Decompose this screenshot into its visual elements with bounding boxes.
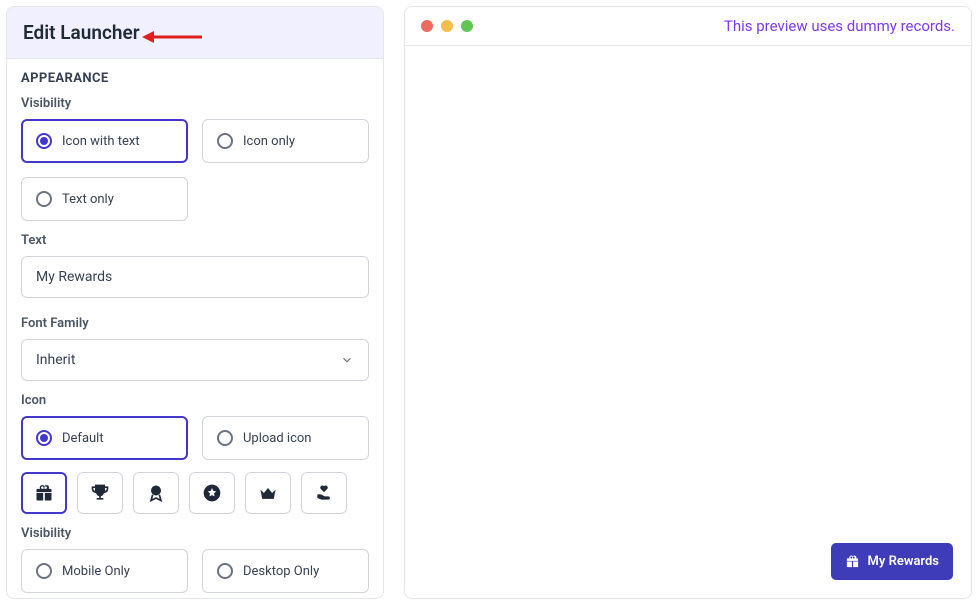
chevron-down-icon	[340, 353, 354, 367]
panel-title: Edit Launcher	[23, 21, 367, 44]
radio-label: Upload icon	[243, 431, 312, 446]
radio-circle-icon	[36, 430, 52, 446]
font-family-select[interactable]: Inherit	[21, 339, 369, 381]
traffic-light-red-icon	[421, 20, 433, 32]
icon-option-trophy[interactable]	[77, 472, 123, 514]
field-label-font: Font Family	[21, 316, 369, 331]
visibility-option-icon-only[interactable]: Icon only	[202, 119, 369, 163]
visibility-option-icon-with-text[interactable]: Icon with text	[21, 119, 188, 163]
select-value: Inherit	[36, 352, 75, 368]
icon-option-medal[interactable]	[133, 472, 179, 514]
settings-scroll-area[interactable]: APPEARANCE Visibility Icon with text Ico…	[7, 59, 383, 598]
icon-source-upload[interactable]: Upload icon	[202, 416, 369, 460]
preview-panel: This preview uses dummy records. My Rewa…	[404, 6, 972, 599]
trophy-icon	[90, 483, 110, 503]
settings-panel: Edit Launcher APPEARANCE Visibility Icon…	[6, 6, 384, 599]
section-heading-appearance: APPEARANCE	[21, 71, 369, 86]
hand-heart-icon	[314, 483, 334, 503]
radio-label: Icon only	[243, 134, 295, 149]
icon-option-crown[interactable]	[245, 472, 291, 514]
icon-option-hand-heart[interactable]	[301, 472, 347, 514]
radio-circle-icon	[36, 191, 52, 207]
launcher-preview-button[interactable]: My Rewards	[831, 543, 953, 580]
launcher-text-input[interactable]	[21, 256, 369, 298]
preview-header: This preview uses dummy records.	[405, 7, 971, 46]
medal-icon	[146, 483, 166, 503]
radio-label: Icon with text	[62, 134, 140, 149]
icon-source-radio-group: Default Upload icon	[21, 416, 369, 460]
radio-label: Text only	[62, 192, 114, 207]
radio-circle-icon	[217, 133, 233, 149]
device-option-mobile-only[interactable]: Mobile Only	[21, 549, 188, 593]
star-circle-icon	[202, 483, 222, 503]
icon-option-gift[interactable]	[21, 472, 67, 514]
field-label-device-visibility: Visibility	[21, 526, 369, 541]
radio-circle-icon	[217, 563, 233, 579]
launcher-button-label: My Rewards	[868, 554, 939, 569]
window-traffic-lights	[421, 20, 473, 32]
visibility-radio-group: Icon with text Icon only Text only	[21, 119, 369, 221]
traffic-light-yellow-icon	[441, 20, 453, 32]
radio-label: Default	[62, 431, 104, 446]
gift-icon	[845, 554, 860, 569]
visibility-option-text-only[interactable]: Text only	[21, 177, 188, 221]
field-label-icon: Icon	[21, 393, 369, 408]
icon-option-star-circle[interactable]	[189, 472, 235, 514]
crown-icon	[258, 483, 278, 503]
field-label-visibility: Visibility	[21, 96, 369, 111]
device-option-desktop-only[interactable]: Desktop Only	[202, 549, 369, 593]
field-label-text: Text	[21, 233, 369, 248]
preview-note-text: This preview uses dummy records.	[724, 17, 955, 35]
radio-circle-icon	[217, 430, 233, 446]
radio-label: Desktop Only	[243, 564, 319, 579]
device-radio-group: Mobile Only Desktop Only	[21, 549, 369, 593]
gift-icon	[34, 483, 54, 503]
icon-source-default[interactable]: Default	[21, 416, 188, 460]
radio-label: Mobile Only	[62, 564, 130, 579]
icon-picker-grid	[21, 472, 369, 514]
radio-circle-icon	[36, 563, 52, 579]
panel-header: Edit Launcher	[7, 7, 383, 59]
traffic-light-green-icon	[461, 20, 473, 32]
radio-circle-icon	[36, 133, 52, 149]
